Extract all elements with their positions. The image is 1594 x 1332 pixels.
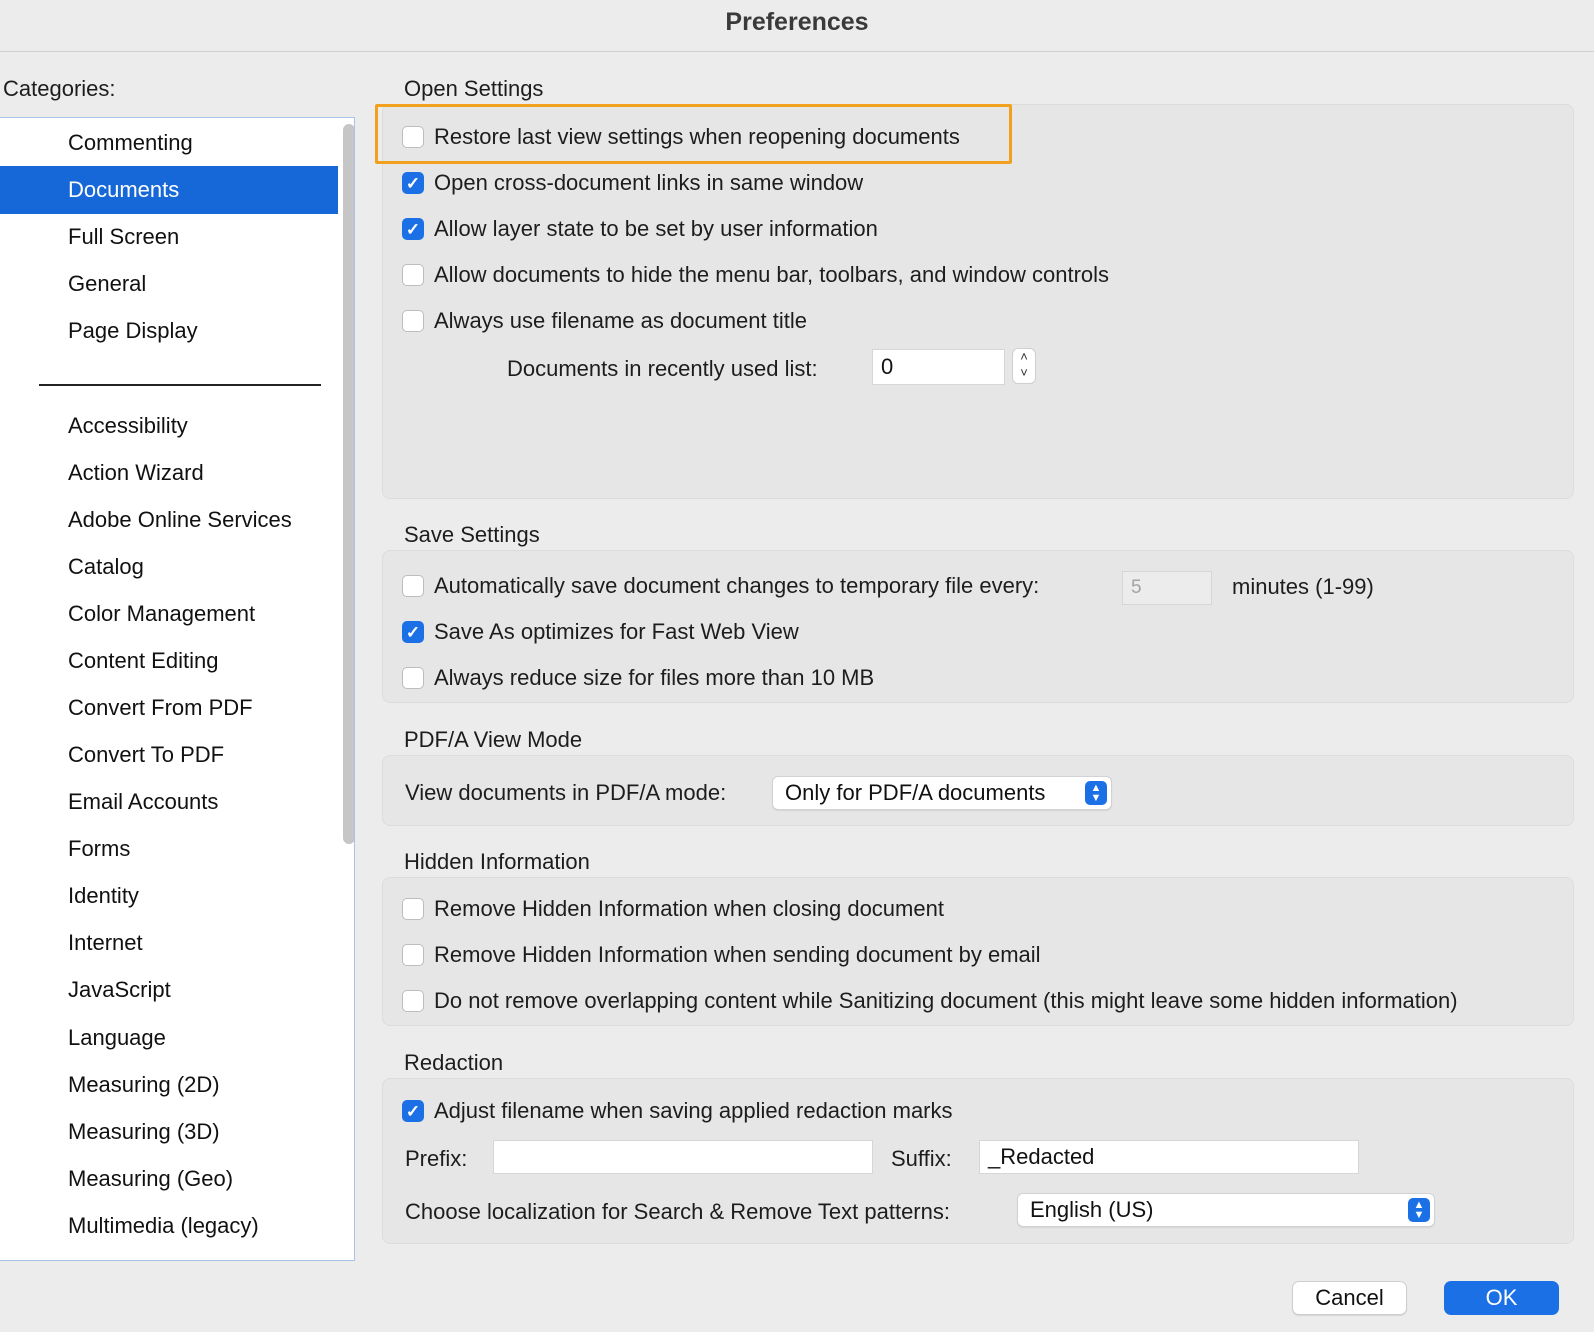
option-filename-title[interactable]: Always use filename as document title bbox=[402, 306, 807, 336]
remove-hidden-closing-checkbox[interactable] bbox=[402, 898, 424, 920]
category-general[interactable]: General bbox=[0, 260, 338, 308]
pdfa-mode-label: View documents in PDF/A mode: bbox=[405, 780, 727, 805]
layer-state-label: Allow layer state to be set by user info… bbox=[434, 216, 878, 241]
hide-menu-bar-checkbox[interactable] bbox=[402, 264, 424, 286]
fast-web-view-label: Save As optimizes for Fast Web View bbox=[434, 619, 799, 644]
prefix-input[interactable] bbox=[493, 1140, 873, 1174]
option-hide-menu-bar[interactable]: Allow documents to hide the menu bar, to… bbox=[402, 260, 1109, 290]
cancel-button[interactable]: Cancel bbox=[1292, 1281, 1407, 1315]
suffix-input[interactable]: _Redacted bbox=[979, 1140, 1359, 1174]
category-commenting[interactable]: Commenting bbox=[0, 119, 338, 167]
category-page-display[interactable]: Page Display bbox=[0, 307, 338, 355]
recent-list-value: 0 bbox=[881, 354, 894, 379]
remove-hidden-email-checkbox[interactable] bbox=[402, 944, 424, 966]
restore-last-view-checkbox[interactable] bbox=[402, 126, 424, 148]
category-content-editing[interactable]: Content Editing bbox=[0, 637, 338, 685]
cross-document-links-checkbox[interactable]: ✓ bbox=[402, 172, 424, 194]
ok-button[interactable]: OK bbox=[1444, 1281, 1559, 1315]
category-accessibility[interactable]: Accessibility bbox=[0, 402, 338, 450]
remove-hidden-email-label: Remove Hidden Information when sending d… bbox=[434, 942, 1041, 967]
option-remove-hidden-closing[interactable]: Remove Hidden Information when closing d… bbox=[402, 894, 944, 924]
overlapping-content-label: Do not remove overlapping content while … bbox=[434, 988, 1458, 1013]
cross-document-links-label: Open cross-document links in same window bbox=[434, 170, 864, 195]
reduce-size-checkbox[interactable] bbox=[402, 667, 424, 689]
title-bar: Preferences bbox=[0, 0, 1594, 52]
pdfa-mode-select[interactable]: Only for PDF/A documents ▲ ▼ bbox=[772, 776, 1112, 810]
prefix-label: Prefix: bbox=[405, 1146, 468, 1171]
select-arrows-icon: ▲ ▼ bbox=[1085, 781, 1107, 805]
category-color-management[interactable]: Color Management bbox=[0, 590, 338, 638]
adjust-filename-label: Adjust filename when saving applied reda… bbox=[434, 1098, 953, 1123]
recent-list-label: Documents in recently used list: bbox=[507, 356, 818, 381]
autosave-label: Automatically save document changes to t… bbox=[434, 573, 1040, 598]
filename-title-label: Always use filename as document title bbox=[434, 308, 807, 333]
option-restore-last-view[interactable]: Restore last view settings when reopenin… bbox=[402, 122, 960, 152]
restore-last-view-label: Restore last view settings when reopenin… bbox=[434, 124, 960, 149]
category-catalog[interactable]: Catalog bbox=[0, 543, 338, 591]
category-adobe-online-services[interactable]: Adobe Online Services bbox=[0, 496, 338, 544]
redaction-title: Redaction bbox=[404, 1050, 504, 1075]
chevron-up-icon[interactable]: ˄ bbox=[1013, 349, 1035, 365]
option-autosave[interactable]: Automatically save document changes to t… bbox=[402, 571, 1039, 601]
filename-title-checkbox[interactable] bbox=[402, 310, 424, 332]
remove-hidden-closing-label: Remove Hidden Information when closing d… bbox=[434, 896, 944, 921]
category-action-wizard[interactable]: Action Wizard bbox=[0, 449, 338, 497]
recent-list-stepper[interactable]: ˄ ˅ bbox=[1012, 348, 1036, 384]
categories-scrollbar[interactable] bbox=[343, 124, 354, 844]
category-measuring-2d[interactable]: Measuring (2D) bbox=[0, 1061, 338, 1109]
category-full-screen[interactable]: Full Screen bbox=[0, 213, 338, 261]
chevron-down-icon[interactable]: ˅ bbox=[1013, 365, 1035, 381]
suffix-label: Suffix: bbox=[891, 1146, 952, 1171]
option-fast-web-view[interactable]: ✓ Save As optimizes for Fast Web View bbox=[402, 617, 799, 647]
save-settings-title: Save Settings bbox=[404, 522, 540, 547]
select-arrows-icon: ▲ ▼ bbox=[1408, 1198, 1430, 1222]
autosave-units-label: minutes (1-99) bbox=[1232, 574, 1374, 599]
category-multimedia-legacy[interactable]: Multimedia (legacy) bbox=[0, 1202, 338, 1250]
category-language[interactable]: Language bbox=[0, 1014, 338, 1062]
category-divider bbox=[39, 384, 321, 386]
option-remove-hidden-email[interactable]: Remove Hidden Information when sending d… bbox=[402, 940, 1041, 970]
category-email-accounts[interactable]: Email Accounts bbox=[0, 778, 338, 826]
reduce-size-label: Always reduce size for files more than 1… bbox=[434, 665, 875, 690]
localization-value: English (US) bbox=[1030, 1197, 1154, 1222]
category-javascript[interactable]: JavaScript bbox=[0, 966, 338, 1014]
adjust-filename-checkbox[interactable]: ✓ bbox=[402, 1100, 424, 1122]
category-identity[interactable]: Identity bbox=[0, 872, 338, 920]
autosave-checkbox[interactable] bbox=[402, 575, 424, 597]
autosave-minutes-value: 5 bbox=[1131, 577, 1142, 598]
pdfa-mode-value: Only for PDF/A documents bbox=[785, 780, 1046, 805]
option-overlapping-content[interactable]: Do not remove overlapping content while … bbox=[402, 986, 1458, 1016]
option-layer-state[interactable]: ✓ Allow layer state to be set by user in… bbox=[402, 214, 878, 244]
categories-label: Categories: bbox=[3, 76, 116, 101]
hide-menu-bar-label: Allow documents to hide the menu bar, to… bbox=[434, 262, 1110, 287]
category-forms[interactable]: Forms bbox=[0, 825, 338, 873]
category-convert-from-pdf[interactable]: Convert From PDF bbox=[0, 684, 338, 732]
option-cross-document-links[interactable]: ✓ Open cross-document links in same wind… bbox=[402, 168, 863, 198]
hidden-info-title: Hidden Information bbox=[404, 849, 590, 874]
localization-label: Choose localization for Search & Remove … bbox=[405, 1199, 950, 1224]
category-measuring-geo[interactable]: Measuring (Geo) bbox=[0, 1155, 338, 1203]
window-title: Preferences bbox=[725, 8, 869, 36]
category-measuring-3d[interactable]: Measuring (3D) bbox=[0, 1108, 338, 1156]
autosave-minutes-input[interactable]: 5 bbox=[1122, 571, 1212, 605]
category-internet[interactable]: Internet bbox=[0, 919, 338, 967]
recent-list-input[interactable]: 0 bbox=[872, 349, 1005, 385]
open-settings-title: Open Settings bbox=[404, 76, 544, 101]
pdfa-title: PDF/A View Mode bbox=[404, 727, 583, 752]
category-convert-to-pdf[interactable]: Convert To PDF bbox=[0, 731, 338, 779]
suffix-value: _Redacted bbox=[988, 1144, 1095, 1169]
localization-select[interactable]: English (US) ▲ ▼ bbox=[1017, 1193, 1435, 1227]
fast-web-view-checkbox[interactable]: ✓ bbox=[402, 621, 424, 643]
category-documents[interactable]: Documents bbox=[0, 166, 338, 214]
layer-state-checkbox[interactable]: ✓ bbox=[402, 218, 424, 240]
option-reduce-size[interactable]: Always reduce size for files more than 1… bbox=[402, 663, 874, 693]
option-adjust-filename[interactable]: ✓ Adjust filename when saving applied re… bbox=[402, 1096, 953, 1126]
overlapping-content-checkbox[interactable] bbox=[402, 990, 424, 1012]
categories-list[interactable]: Commenting Documents Full Screen General… bbox=[0, 117, 355, 1261]
